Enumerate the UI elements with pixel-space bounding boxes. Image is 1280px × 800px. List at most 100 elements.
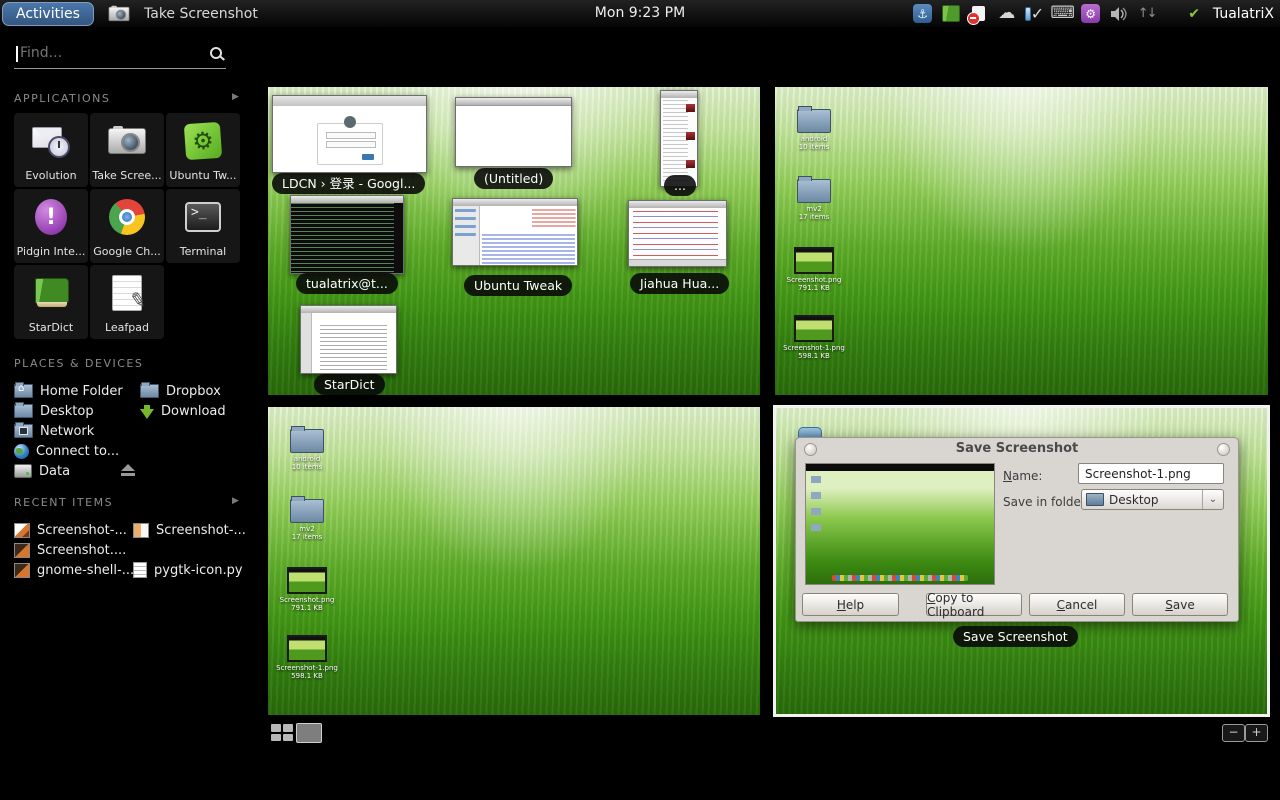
search-box[interactable] — [14, 42, 226, 69]
image-thumbnail-icon — [287, 635, 327, 662]
cloud-icon[interactable]: ☁ — [997, 4, 1016, 23]
image-thumbnail-icon — [14, 543, 30, 558]
desktop-icon-folder[interactable]: android10 items — [777, 109, 851, 151]
workspace-4[interactable]: Save Screenshot Name: Screenshot-1.png S… — [775, 407, 1268, 715]
place-download[interactable]: Download — [140, 402, 226, 420]
image-thumbnail-icon — [794, 247, 834, 274]
save-screenshot-dialog[interactable]: Save Screenshot Name: Screenshot-1.png S… — [795, 437, 1239, 622]
add-workspace-button[interactable]: + — [1245, 724, 1268, 742]
workspace-linear-view-button[interactable] — [296, 723, 322, 743]
window-chat[interactable] — [628, 200, 727, 267]
terminal-icon: >_ — [166, 194, 240, 240]
folder-icon — [797, 179, 831, 203]
chevron-down-icon[interactable]: ⌄ — [1202, 490, 1223, 509]
desktop-icon-screenshot[interactable]: Screenshot.png791.1 KB — [777, 247, 851, 292]
desktop-icon-screenshot[interactable]: Screenshot-1.png598.1 KB — [777, 315, 851, 360]
applications-header: APPLICATIONS — [14, 92, 110, 105]
window-untitled[interactable] — [455, 97, 572, 167]
place-network[interactable]: Network — [14, 422, 94, 440]
window-terminal[interactable] — [290, 195, 404, 274]
download-arrow-icon — [140, 409, 154, 419]
volume-icon[interactable] — [1109, 4, 1128, 23]
place-data[interactable]: Data — [14, 462, 70, 480]
image-thumbnail-icon — [133, 523, 149, 538]
window-label-browser: LDCN › 登录 - Googl... — [272, 173, 425, 194]
desktop-icon-folder[interactable]: mv217 items — [777, 179, 851, 221]
gnome-shell-overview: Activities Take Screenshot Mon 9:23 PM ⚓… — [0, 0, 1280, 800]
app-take-screenshot[interactable]: Take Scree... — [90, 113, 164, 187]
user-check-icon: ✔ — [1188, 6, 1200, 22]
workspace-3[interactable]: android10 items mv217 items Screenshot.p… — [268, 407, 760, 715]
stardict-tray-icon[interactable] — [941, 4, 960, 23]
app-google-chrome[interactable]: Google Ch... — [90, 189, 164, 263]
search-input[interactable] — [18, 44, 202, 62]
applications-expand-icon[interactable]: ▶ — [232, 92, 239, 102]
place-desktop[interactable]: Desktop — [14, 402, 94, 420]
app-ubuntu-tweak[interactable]: ⚙ Ubuntu Tw... — [166, 113, 240, 187]
folder-dropdown[interactable]: Desktop ⌄ — [1081, 489, 1224, 510]
system-tray: ⚓ ☁ ✓ ⌨ ⚙ ↑↓ ✔ TualatriX — [913, 0, 1274, 27]
save-button[interactable]: Save — [1132, 593, 1228, 616]
recent-item[interactable]: Screenshot.... — [14, 541, 126, 559]
workspace-grid-view-button[interactable] — [271, 724, 293, 741]
window-stardict[interactable] — [300, 305, 397, 374]
copy-to-clipboard-button[interactable]: Copy to Clipboard — [926, 593, 1022, 616]
name-label: Name: — [1003, 469, 1042, 483]
chrome-icon — [90, 194, 164, 240]
window-label-stardict: StarDict — [314, 374, 385, 395]
folder-icon — [797, 109, 831, 133]
recent-item[interactable]: Screenshot-... — [14, 521, 127, 539]
desktop-icon-screenshot[interactable]: Screenshot-1.png598.1 KB — [270, 635, 344, 680]
ubuntu-tweak-icon: ⚙ — [166, 118, 240, 164]
network-folder-icon — [14, 424, 33, 438]
window-label-untitled: (Untitled) — [474, 168, 553, 189]
place-home-folder[interactable]: Home Folder — [14, 382, 123, 400]
recent-header: RECENT ITEMS — [14, 496, 113, 509]
image-thumbnail-icon — [14, 523, 30, 538]
eject-icon[interactable] — [120, 464, 136, 476]
recent-item[interactable]: pygtk-icon.py — [133, 561, 243, 579]
busy-note-icon[interactable] — [969, 4, 988, 23]
app-stardict[interactable]: StarDict — [14, 265, 88, 339]
ubuntu-tweak-tray-icon[interactable]: ⚙ — [1081, 4, 1100, 23]
app-pidgin[interactable]: ! Pidgin Inte... — [14, 189, 88, 263]
leafpad-icon: ✎ — [90, 270, 164, 316]
folder-dropdown-value: Desktop — [1109, 493, 1159, 507]
save-in-folder-label: Save in folder: — [1003, 495, 1090, 509]
dropbox-icon[interactable]: ✓ — [1025, 4, 1044, 23]
window-browser[interactable] — [272, 95, 427, 173]
image-thumbnail-icon — [287, 567, 327, 594]
place-connect-to[interactable]: Connect to... — [14, 442, 119, 460]
user-menu[interactable]: TualatriX — [1213, 6, 1274, 22]
desktop-icon-folder[interactable]: android10 items — [270, 429, 344, 471]
cancel-button[interactable]: Cancel — [1029, 593, 1125, 616]
network-arrows-icon[interactable]: ↑↓ — [1137, 4, 1156, 23]
top-bar: Activities Take Screenshot Mon 9:23 PM ⚓… — [0, 0, 1280, 28]
window-buddy-list[interactable] — [660, 90, 698, 187]
window-label-buddy-list: ... — [664, 175, 696, 196]
desktop-icon-screenshot[interactable]: Screenshot.png791.1 KB — [270, 567, 344, 612]
pidgin-icon: ! — [14, 194, 88, 240]
image-thumbnail-icon — [14, 563, 30, 578]
folder-icon — [14, 404, 33, 418]
workspace-2[interactable]: android10 items mv217 items Screenshot.p… — [775, 87, 1268, 395]
help-button[interactable]: Help — [802, 593, 899, 616]
app-terminal[interactable]: >_ Terminal — [166, 189, 240, 263]
window-ubuntu-tweak[interactable] — [452, 198, 578, 266]
place-dropbox[interactable]: Dropbox — [140, 382, 221, 400]
recent-expand-icon[interactable]: ▶ — [232, 496, 239, 506]
stardict-icon — [14, 270, 88, 316]
app-leafpad[interactable]: ✎ Leafpad — [90, 265, 164, 339]
app-evolution[interactable]: Evolution — [14, 113, 88, 187]
anchor-icon[interactable]: ⚓ — [913, 4, 932, 23]
workspace-1[interactable]: LDCN › 登录 - Googl... (Untitled) ... tual… — [268, 87, 760, 395]
recent-item[interactable]: Screenshot-... — [133, 521, 246, 539]
remove-workspace-button[interactable]: − — [1222, 724, 1245, 742]
recent-item[interactable]: gnome-shell-... — [14, 561, 134, 579]
desktop-icon-folder[interactable]: mv217 items — [270, 499, 344, 541]
name-field[interactable]: Screenshot-1.png — [1078, 463, 1224, 484]
input-method-icon[interactable]: ⌨ — [1053, 4, 1072, 23]
evolution-icon — [14, 118, 88, 164]
search-icon — [210, 47, 222, 59]
screenshot-preview — [805, 463, 995, 585]
